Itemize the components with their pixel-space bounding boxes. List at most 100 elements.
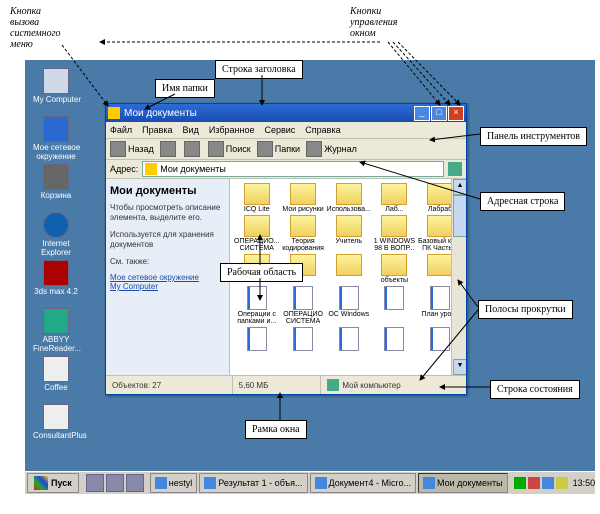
file-label: Лаб... xyxy=(373,206,416,213)
file-item[interactable]: Теория кодирования xyxy=(281,214,326,253)
desktop-icon[interactable]: Internet Explorer xyxy=(33,212,79,258)
net-icon xyxy=(43,116,69,142)
icon-label: ConsultantPlus xyxy=(33,432,79,441)
file-item[interactable]: Мои рисунки xyxy=(281,182,326,214)
folder-icon xyxy=(290,215,316,237)
toolbar-label: Журнал xyxy=(324,144,357,154)
file-item[interactable] xyxy=(372,285,417,326)
callout-status: Строка состояния xyxy=(490,380,580,399)
file-item[interactable]: ОПЕРАЦИО СИСТЕМА xyxy=(281,285,326,326)
ie-icon xyxy=(43,212,69,238)
menu-item[interactable]: Вид xyxy=(183,125,199,135)
maximize-button[interactable]: □ xyxy=(431,106,447,121)
address-input[interactable]: Мои документы xyxy=(142,161,444,177)
folder-icon xyxy=(381,215,407,237)
quicklaunch[interactable] xyxy=(85,474,145,492)
document-icon xyxy=(293,327,313,351)
tray-icon[interactable] xyxy=(556,477,568,489)
toolbar-icon xyxy=(184,141,200,157)
menu-item[interactable]: Файл xyxy=(110,125,132,135)
desktop-icon[interactable]: My Computer xyxy=(33,68,79,105)
toolbar-button[interactable]: Папки xyxy=(257,141,300,157)
scroll-thumb[interactable] xyxy=(453,195,466,237)
scroll-down-icon[interactable]: ▼ xyxy=(453,359,466,375)
scrollbar-vertical[interactable]: ▲ ▼ xyxy=(451,179,466,375)
icon-label: 3ds max 4.2 xyxy=(33,288,79,297)
file-item[interactable]: Операции с папками и... xyxy=(233,285,281,326)
file-item[interactable]: ОПЕРАЦИО... СИСТЕМА xyxy=(233,214,281,253)
close-button[interactable]: × xyxy=(448,106,464,121)
go-button[interactable] xyxy=(448,162,462,176)
toolbar-button[interactable]: Назад xyxy=(110,141,154,157)
file-item[interactable] xyxy=(326,326,372,353)
file-item[interactable]: объекты xyxy=(372,253,417,285)
file-label: Использова... xyxy=(327,206,371,213)
file-item[interactable]: Использова... xyxy=(326,182,372,214)
side-link-1[interactable]: Мое сетевое окружение xyxy=(110,273,225,282)
menu-item[interactable]: Избранное xyxy=(209,125,255,135)
icon-label: ABBYY FineReader... xyxy=(33,336,79,354)
tray-icon[interactable] xyxy=(514,477,526,489)
scroll-up-icon[interactable]: ▲ xyxy=(453,179,466,195)
menubar[interactable]: Файл Правка Вид Избранное Сервис Справка xyxy=(106,122,466,139)
cons-icon xyxy=(43,404,69,430)
task-icon xyxy=(423,477,435,489)
file-item[interactable] xyxy=(372,326,417,353)
window-title: Мои документы xyxy=(124,108,414,119)
desktop-icon[interactable]: 3ds max 4.2 xyxy=(33,260,79,297)
clock: 13:50 xyxy=(573,478,596,488)
toolbar-icon xyxy=(208,141,224,157)
desktop-icon[interactable]: Coffee xyxy=(33,356,79,393)
menu-item[interactable]: Правка xyxy=(142,125,172,135)
task-label: Мои документы xyxy=(437,478,503,488)
addressbar[interactable]: Адрес: Мои документы xyxy=(106,160,466,179)
file-item[interactable] xyxy=(281,326,326,353)
callout-workarea: Рабочая область xyxy=(220,263,303,282)
tray-icon[interactable] xyxy=(542,477,554,489)
side-text3: См. также: xyxy=(110,257,225,267)
side-text2: Используется для хранения документов xyxy=(110,230,225,251)
desktop-icon[interactable]: Корзина xyxy=(33,164,79,201)
minimize-button[interactable]: _ xyxy=(414,106,430,121)
taskbar-task[interactable]: неstyl xyxy=(150,473,197,493)
side-heading: Мои документы xyxy=(110,185,225,197)
ql-icon[interactable] xyxy=(86,474,104,492)
file-item[interactable]: ОС Windows xyxy=(326,285,372,326)
start-button[interactable]: Пуск xyxy=(27,473,79,493)
toolbar[interactable]: Назад Поиск Папки Журнал xyxy=(106,139,466,160)
document-icon xyxy=(384,286,404,310)
taskbar[interactable]: Пуск неstylРезультат 1 - объя...Документ… xyxy=(25,471,595,494)
callout-title-row: Строка заголовка xyxy=(215,60,303,79)
status-zone: Мой компьютер xyxy=(321,376,466,394)
ql-icon[interactable] xyxy=(126,474,144,492)
desktop-icon[interactable]: ConsultantPlus xyxy=(33,404,79,441)
sysmenu-icon[interactable] xyxy=(108,107,120,119)
folder-icon xyxy=(336,254,362,276)
desktop-icon[interactable]: ABBYY FineReader... xyxy=(33,308,79,354)
taskbar-task[interactable]: Мои документы xyxy=(418,473,508,493)
annot-sysmenu: Кнопка вызова системного меню xyxy=(10,6,61,50)
file-item[interactable]: Учитель xyxy=(326,214,372,253)
toolbar-icon xyxy=(160,141,176,157)
file-item[interactable] xyxy=(233,326,281,353)
toolbar-button[interactable]: Журнал xyxy=(306,141,357,157)
file-item[interactable]: Лаб... xyxy=(372,182,417,214)
taskbar-task[interactable]: Документ4 - Micro... xyxy=(310,473,416,493)
file-item[interactable] xyxy=(326,253,372,285)
document-icon xyxy=(430,327,450,351)
menu-item[interactable]: Справка xyxy=(305,125,340,135)
desktop-icon[interactable]: Мое сетевое окружение xyxy=(33,116,79,162)
menu-item[interactable]: Сервис xyxy=(264,125,295,135)
tray-icon[interactable] xyxy=(528,477,540,489)
file-item[interactable]: ICQ Lite xyxy=(233,182,281,214)
file-item[interactable]: 1 WINDOWS 98 В ВОПР... xyxy=(372,214,417,253)
toolbar-button[interactable] xyxy=(184,141,202,157)
toolbar-button[interactable]: Поиск xyxy=(208,141,251,157)
toolbar-button[interactable] xyxy=(160,141,178,157)
side-link-2[interactable]: My Computer xyxy=(110,282,225,291)
taskbar-task[interactable]: Результат 1 - объя... xyxy=(199,473,307,493)
system-tray[interactable]: 13:50 xyxy=(509,477,600,489)
titlebar[interactable]: Мои документы _ □ × xyxy=(106,104,466,122)
fine-icon xyxy=(43,308,69,334)
ql-icon[interactable] xyxy=(106,474,124,492)
